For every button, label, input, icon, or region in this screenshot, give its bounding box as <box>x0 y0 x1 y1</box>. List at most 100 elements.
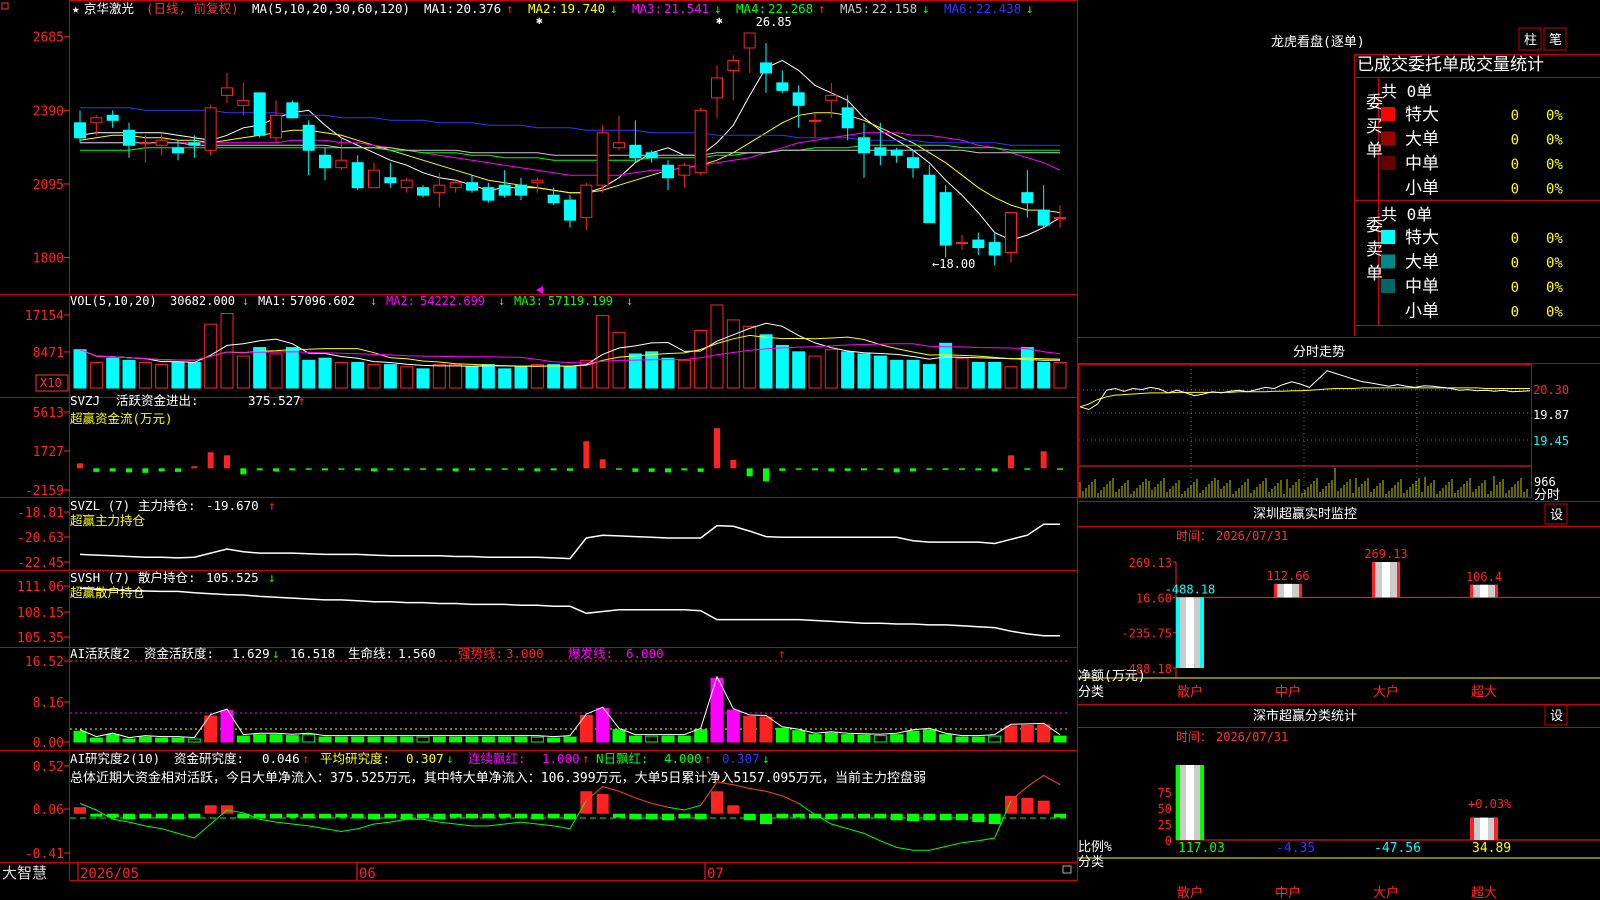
svzj-bar-2[interactable] <box>109 468 116 472</box>
candle-25[interactable] <box>482 182 495 203</box>
candle-body-38[interactable] <box>694 109 707 174</box>
vol-bar-20[interactable] <box>400 366 414 389</box>
vol-bar-57[interactable] <box>1004 366 1018 389</box>
svzj-bar-53[interactable] <box>942 468 949 470</box>
vol-bar-14[interactable] <box>302 359 316 389</box>
svzj-bar-55[interactable] <box>975 468 982 471</box>
candle-body-47[interactable] <box>841 107 854 129</box>
svzj-bar-20[interactable] <box>403 468 410 471</box>
candle-body-43[interactable] <box>776 82 789 91</box>
candle-body-52[interactable] <box>923 174 936 224</box>
ai2-bar-48[interactable] <box>858 813 870 819</box>
candle-body-16[interactable] <box>335 159 348 169</box>
ai2-bar-6[interactable] <box>172 813 184 820</box>
vol-bar-58[interactable] <box>1020 347 1034 389</box>
svzj-bar-33[interactable] <box>616 468 622 470</box>
candle-body-9[interactable] <box>221 87 233 96</box>
ai1-bar-27[interactable] <box>514 736 528 743</box>
ai1-bar-32[interactable] <box>596 708 610 743</box>
vol-bar-5[interactable] <box>155 364 169 389</box>
candle-31[interactable] <box>580 182 593 231</box>
candle-23[interactable] <box>449 180 462 193</box>
candle-body-5[interactable] <box>155 139 168 146</box>
svzj-bar-15[interactable] <box>322 468 328 471</box>
candle-body-30[interactable] <box>564 199 576 221</box>
candle-body-17[interactable] <box>351 162 364 189</box>
ai1-bar-34[interactable] <box>628 735 642 743</box>
szcls-settings-label[interactable]: 设 <box>1550 709 1563 724</box>
vol-bar-54[interactable] <box>955 357 969 389</box>
szmon-bar-3[interactable] <box>1470 584 1498 598</box>
candle-body-22[interactable] <box>433 184 446 194</box>
vol-bar-39[interactable] <box>710 304 724 389</box>
svzj-bar-23[interactable] <box>452 468 459 472</box>
ai1-bar-12[interactable] <box>269 734 283 743</box>
svzj-bar-31[interactable] <box>583 441 590 469</box>
vol-bar-25[interactable] <box>481 364 495 389</box>
ai2-bar-29[interactable] <box>547 813 560 819</box>
ai1-bar-44[interactable] <box>792 730 806 743</box>
candle-body-59[interactable] <box>1037 209 1050 226</box>
candle-body-33[interactable] <box>613 142 625 149</box>
vol-bar-29[interactable] <box>547 364 561 389</box>
svzj-bar-38[interactable] <box>697 468 704 472</box>
vol-bar-21[interactable] <box>416 368 430 389</box>
svzj-bar-30[interactable] <box>567 468 573 471</box>
candle-body-37[interactable] <box>678 164 691 176</box>
candle-body-21[interactable] <box>417 187 429 196</box>
svzj-bar-16[interactable] <box>338 468 345 470</box>
ai2-bar-3[interactable] <box>123 813 135 820</box>
candle-35[interactable] <box>645 150 658 163</box>
candle-18[interactable] <box>368 162 380 189</box>
candle-body-11[interactable] <box>253 92 266 136</box>
szcls-chart[interactable]: 75 50 25 0 117.03 散户 -4.35 中户 -47.56 大户 34.89 超大 +0.… <box>1078 765 1600 900</box>
svzj-bar-37[interactable] <box>681 468 688 471</box>
vol-bar-11[interactable] <box>253 347 267 389</box>
ai1-bars[interactable] <box>73 675 1067 743</box>
candle-53[interactable] <box>939 185 952 258</box>
ai2-bar-44[interactable] <box>792 813 805 818</box>
ai1-bar-36[interactable] <box>661 735 675 743</box>
ai2-bar-30[interactable] <box>564 813 576 820</box>
ai1-bar-59[interactable] <box>1037 724 1051 743</box>
candle-body-6[interactable] <box>172 147 184 154</box>
ai2-bar-52[interactable] <box>923 813 936 821</box>
svzj-bar-11[interactable] <box>256 468 263 471</box>
candle-4[interactable] <box>139 135 152 163</box>
left-chart-area[interactable]: ★ 京华激光 (日线, 前复权) MA(5,10,20,30,60,120) M… <box>0 0 1078 900</box>
ai2-bar-17[interactable] <box>351 813 364 819</box>
candle-55[interactable] <box>972 232 985 256</box>
ai2-bar-14[interactable] <box>302 813 315 819</box>
ai2-bar-36[interactable] <box>662 813 674 821</box>
svzj-bar-14[interactable] <box>305 468 312 470</box>
ai1-bar-24[interactable] <box>465 736 479 743</box>
ai1-bar-21[interactable] <box>416 736 430 743</box>
ai1-bar-22[interactable] <box>432 736 446 743</box>
ai2-bar-11[interactable] <box>253 813 266 818</box>
svzj-bar-48[interactable] <box>861 468 867 471</box>
szcls-bar-hl-0[interactable] <box>1186 765 1194 840</box>
vol-bar-19[interactable] <box>383 364 397 389</box>
vol-bar-6[interactable] <box>171 361 185 389</box>
candle-5[interactable] <box>155 132 168 156</box>
vol-bar-24[interactable] <box>465 366 479 389</box>
svzj-bar-10[interactable] <box>240 468 247 475</box>
candle-50[interactable] <box>890 147 903 163</box>
vol-bar-2[interactable] <box>106 357 120 389</box>
vol-bar-7[interactable] <box>187 361 201 389</box>
ai2-bar-1[interactable] <box>90 813 103 817</box>
candle-body-14[interactable] <box>302 124 315 151</box>
svzj-bar-17[interactable] <box>354 468 361 471</box>
candle-body-51[interactable] <box>907 157 919 169</box>
ai2-bar-34[interactable] <box>629 813 642 820</box>
szmon-bar-hl-1[interactable] <box>1284 583 1292 598</box>
candle-body-45[interactable] <box>809 119 821 122</box>
candle-body-48[interactable] <box>858 137 870 154</box>
candle-body-1[interactable] <box>90 117 103 124</box>
ai2-bar-0[interactable] <box>74 807 86 814</box>
candle-43[interactable] <box>776 70 789 93</box>
fenshi-avg-line[interactable] <box>1079 387 1530 408</box>
svzj-bar-43[interactable] <box>779 468 786 471</box>
svzj-bar-13[interactable] <box>289 468 296 471</box>
svzj-bar-6[interactable] <box>175 468 181 472</box>
